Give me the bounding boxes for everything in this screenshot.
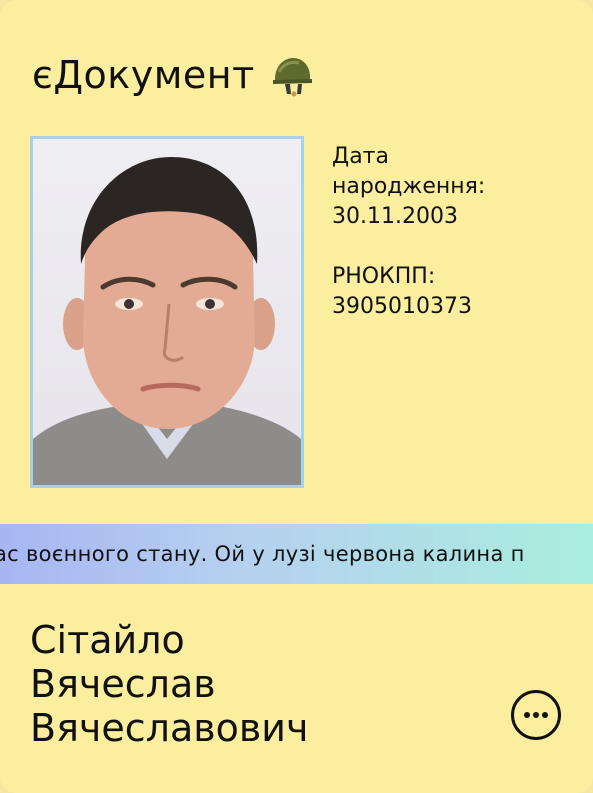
profile-photo: [30, 136, 304, 488]
tax-id-label: РНОКПП:: [332, 264, 436, 289]
birth-date-value: 30.11.2003: [332, 204, 458, 229]
portrait-image: [33, 157, 301, 485]
document-card: єДокумент Дата народження: 30.11.2003 РН…: [0, 0, 593, 793]
tax-id-value: 3905010373: [332, 294, 472, 319]
more-options-button[interactable]: [511, 690, 561, 740]
first-name: Вячеслав: [30, 662, 216, 706]
patronymic: Вячеславович: [30, 706, 309, 750]
personal-info: Дата народження: 30.11.2003 РНОКПП: 3905…: [332, 142, 522, 352]
surname: Сітайло: [30, 618, 185, 662]
app-title: єДокумент: [32, 53, 255, 97]
birth-date-label: Дата народження:: [332, 144, 486, 199]
news-ticker: ас воєнного стану. Ой у лузі червона кал…: [0, 524, 593, 584]
more-dots-icon: [524, 712, 548, 718]
full-name: Сітайло Вячеслав Вячеславович: [30, 618, 308, 750]
ticker-text: ас воєнного стану. Ой у лузі червона кал…: [0, 542, 525, 566]
title-row: єДокумент: [32, 52, 315, 98]
helmet-icon: [272, 58, 312, 97]
